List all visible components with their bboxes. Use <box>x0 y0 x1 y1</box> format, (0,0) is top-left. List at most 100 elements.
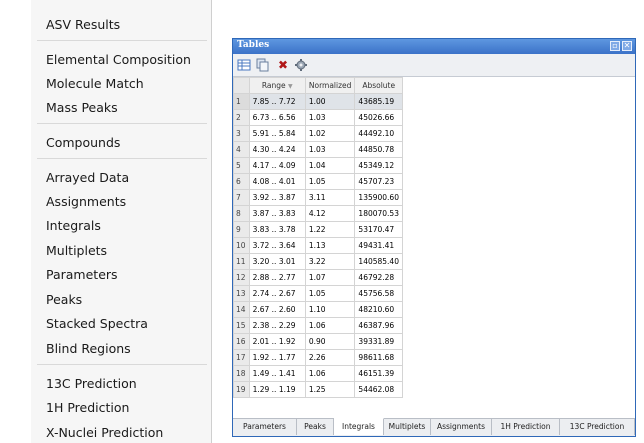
tab-integrals[interactable]: Integrals <box>334 418 384 435</box>
cell-absolute[interactable]: 39331.89 <box>354 333 403 350</box>
table-row[interactable]: 13 2.74 .. 2.67 1.05 45756.58 <box>233 285 403 302</box>
cell-normalized[interactable]: 1.07 <box>304 269 356 286</box>
tab-parameters[interactable]: Parameters <box>233 419 297 435</box>
menu-item-compounds[interactable]: Compounds <box>46 135 120 150</box>
cell-absolute[interactable]: 98611.68 <box>354 349 403 366</box>
cell-normalized[interactable]: 2.26 <box>304 349 356 366</box>
cell-range[interactable]: 5.91 .. 5.84 <box>248 125 306 142</box>
cell-range[interactable]: 1.29 .. 1.19 <box>248 381 306 398</box>
cell-range[interactable]: 4.30 .. 4.24 <box>248 141 306 158</box>
tab-peaks[interactable]: Peaks <box>297 419 334 435</box>
cell-absolute[interactable]: 45707.23 <box>354 173 403 190</box>
cell-absolute[interactable]: 53170.47 <box>354 221 403 238</box>
menu-item-mass-peaks[interactable]: Mass Peaks <box>46 100 118 115</box>
cell-range[interactable]: 3.20 .. 3.01 <box>248 253 306 270</box>
table-row[interactable]: 11 3.20 .. 3.01 3.22 140585.40 <box>233 253 403 270</box>
cell-absolute[interactable]: 45349.12 <box>354 157 403 174</box>
cell-range[interactable]: 2.74 .. 2.67 <box>248 285 306 302</box>
cell-absolute[interactable]: 135900.60 <box>354 189 403 206</box>
cell-range[interactable]: 1.49 .. 1.41 <box>248 365 306 382</box>
cell-normalized[interactable]: 1.04 <box>304 157 356 174</box>
table-row[interactable]: 6 4.08 .. 4.01 1.05 45707.23 <box>233 173 403 190</box>
cell-absolute[interactable]: 49431.41 <box>354 237 403 254</box>
cell-normalized[interactable]: 1.25 <box>304 381 356 398</box>
table-row[interactable]: 19 1.29 .. 1.19 1.25 54462.08 <box>233 381 403 398</box>
cell-normalized[interactable]: 1.03 <box>304 141 356 158</box>
menu-item-peaks[interactable]: Peaks <box>46 292 82 307</box>
cell-absolute[interactable]: 46792.28 <box>354 269 403 286</box>
cell-range[interactable]: 3.72 .. 3.64 <box>248 237 306 254</box>
menu-item-13c-prediction[interactable]: 13C Prediction <box>46 376 137 391</box>
cell-range[interactable]: 3.87 .. 3.83 <box>248 205 306 222</box>
table-row[interactable]: 15 2.38 .. 2.29 1.06 46387.96 <box>233 317 403 334</box>
menu-item-molecule-match[interactable]: Molecule Match <box>46 76 144 91</box>
column-header-normalized[interactable]: Normalized <box>304 77 356 94</box>
menu-item-stacked-spectra[interactable]: Stacked Spectra <box>46 316 148 331</box>
cell-normalized[interactable]: 1.22 <box>304 221 356 238</box>
menu-item-elemental-composition[interactable]: Elemental Composition <box>46 52 191 67</box>
cell-range[interactable]: 4.17 .. 4.09 <box>248 157 306 174</box>
cell-normalized[interactable]: 1.05 <box>304 285 356 302</box>
table-row[interactable]: 1 7.85 .. 7.72 1.00 43685.19 <box>233 93 403 110</box>
table-row[interactable]: 2 6.73 .. 6.56 1.03 45026.66 <box>233 109 403 126</box>
cell-absolute[interactable]: 44850.78 <box>354 141 403 158</box>
cell-range[interactable]: 3.92 .. 3.87 <box>248 189 306 206</box>
cell-normalized[interactable]: 1.10 <box>304 301 356 318</box>
table-row[interactable]: 9 3.83 .. 3.78 1.22 53170.47 <box>233 221 403 238</box>
cell-absolute[interactable]: 45026.66 <box>354 109 403 126</box>
restore-icon[interactable]: ▫ <box>610 41 620 51</box>
cell-range[interactable]: 1.92 .. 1.77 <box>248 349 306 366</box>
delete-icon[interactable]: ✖ <box>276 58 290 72</box>
cell-absolute[interactable]: 54462.08 <box>354 381 403 398</box>
cell-range[interactable]: 6.73 .. 6.56 <box>248 109 306 126</box>
table-row[interactable]: 3 5.91 .. 5.84 1.02 44492.10 <box>233 125 403 142</box>
menu-item-multiplets[interactable]: Multiplets <box>46 243 107 258</box>
menu-item-asv-results[interactable]: ASV Results <box>46 17 120 32</box>
menu-item-integrals[interactable]: Integrals <box>46 218 101 233</box>
cell-absolute[interactable]: 48210.60 <box>354 301 403 318</box>
table-row[interactable]: 7 3.92 .. 3.87 3.11 135900.60 <box>233 189 403 206</box>
column-header-absolute[interactable]: Absolute <box>354 77 403 94</box>
table-row[interactable]: 18 1.49 .. 1.41 1.06 46151.39 <box>233 365 403 382</box>
cell-normalized[interactable]: 1.02 <box>304 125 356 142</box>
cell-absolute[interactable]: 46387.96 <box>354 317 403 334</box>
table-row[interactable]: 10 3.72 .. 3.64 1.13 49431.41 <box>233 237 403 254</box>
cell-range[interactable]: 2.88 .. 2.77 <box>248 269 306 286</box>
cell-normalized[interactable]: 1.03 <box>304 109 356 126</box>
menu-item-blind-regions[interactable]: Blind Regions <box>46 341 131 356</box>
menu-item-parameters[interactable]: Parameters <box>46 267 118 282</box>
table-row[interactable]: 17 1.92 .. 1.77 2.26 98611.68 <box>233 349 403 366</box>
cell-absolute[interactable]: 180070.53 <box>354 205 403 222</box>
table-row[interactable]: 16 2.01 .. 1.92 0.90 39331.89 <box>233 333 403 350</box>
cell-normalized[interactable]: 1.05 <box>304 173 356 190</box>
table-row[interactable]: 4 4.30 .. 4.24 1.03 44850.78 <box>233 141 403 158</box>
cell-normalized[interactable]: 1.13 <box>304 237 356 254</box>
cell-range[interactable]: 7.85 .. 7.72 <box>248 93 306 110</box>
cell-normalized[interactable]: 4.12 <box>304 205 356 222</box>
cell-range[interactable]: 2.38 .. 2.29 <box>248 317 306 334</box>
column-header-range[interactable]: Range ▼ <box>248 77 306 94</box>
cell-absolute[interactable]: 44492.10 <box>354 125 403 142</box>
menu-item-1h-prediction[interactable]: 1H Prediction <box>46 400 129 415</box>
cell-absolute[interactable]: 140585.40 <box>354 253 403 270</box>
tab-multiplets[interactable]: Multiplets <box>384 419 431 435</box>
cell-range[interactable]: 2.01 .. 1.92 <box>248 333 306 350</box>
cell-normalized[interactable]: 1.06 <box>304 317 356 334</box>
menu-item-x-nuclei-prediction[interactable]: X-Nuclei Prediction <box>46 425 163 440</box>
menu-item-arrayed-data[interactable]: Arrayed Data <box>46 170 129 185</box>
cell-range[interactable]: 4.08 .. 4.01 <box>248 173 306 190</box>
table-row[interactable]: 12 2.88 .. 2.77 1.07 46792.28 <box>233 269 403 286</box>
cell-normalized[interactable]: 1.00 <box>304 93 356 110</box>
copy-icon[interactable] <box>255 58 269 72</box>
settings-icon[interactable] <box>294 58 308 72</box>
tab-1h-prediction[interactable]: 1H Prediction <box>492 419 560 435</box>
table-row[interactable]: 5 4.17 .. 4.09 1.04 45349.12 <box>233 157 403 174</box>
window-titlebar[interactable]: Tables ▫ ✕ <box>233 39 635 54</box>
tab-13c-prediction[interactable]: 13C Prediction <box>560 419 635 435</box>
table-icon[interactable] <box>237 58 251 72</box>
cell-normalized[interactable]: 3.22 <box>304 253 356 270</box>
cell-range[interactable]: 3.83 .. 3.78 <box>248 221 306 238</box>
cell-range[interactable]: 2.67 .. 2.60 <box>248 301 306 318</box>
cell-absolute[interactable]: 45756.58 <box>354 285 403 302</box>
close-icon[interactable]: ✕ <box>622 41 632 51</box>
